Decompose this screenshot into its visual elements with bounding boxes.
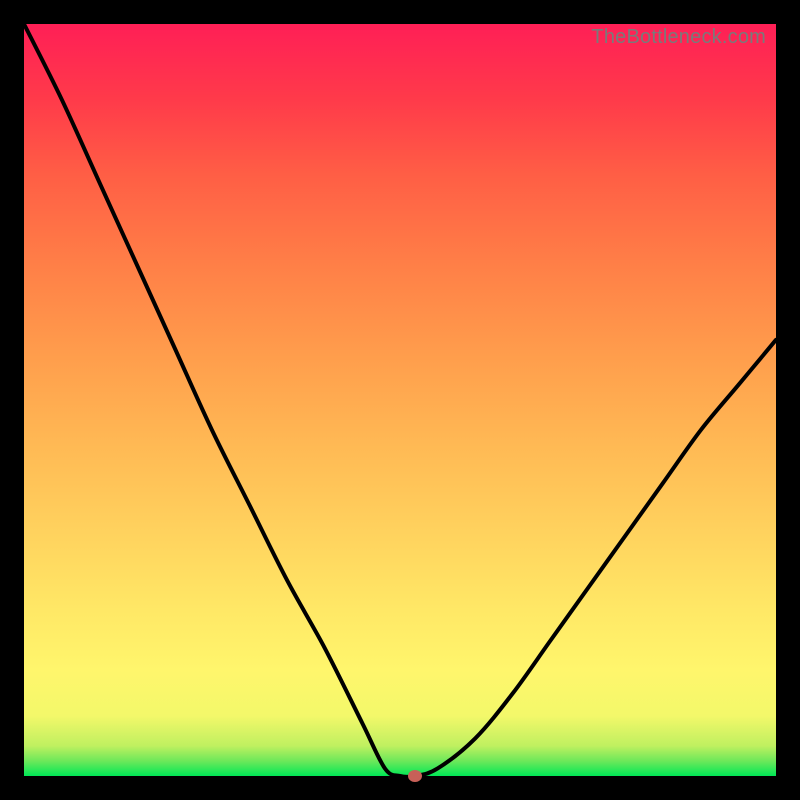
chart-frame: TheBottleneck.com xyxy=(0,0,800,800)
plot-area: TheBottleneck.com xyxy=(24,24,776,776)
bottleneck-curve xyxy=(24,24,776,776)
optimal-point-marker xyxy=(408,770,422,782)
